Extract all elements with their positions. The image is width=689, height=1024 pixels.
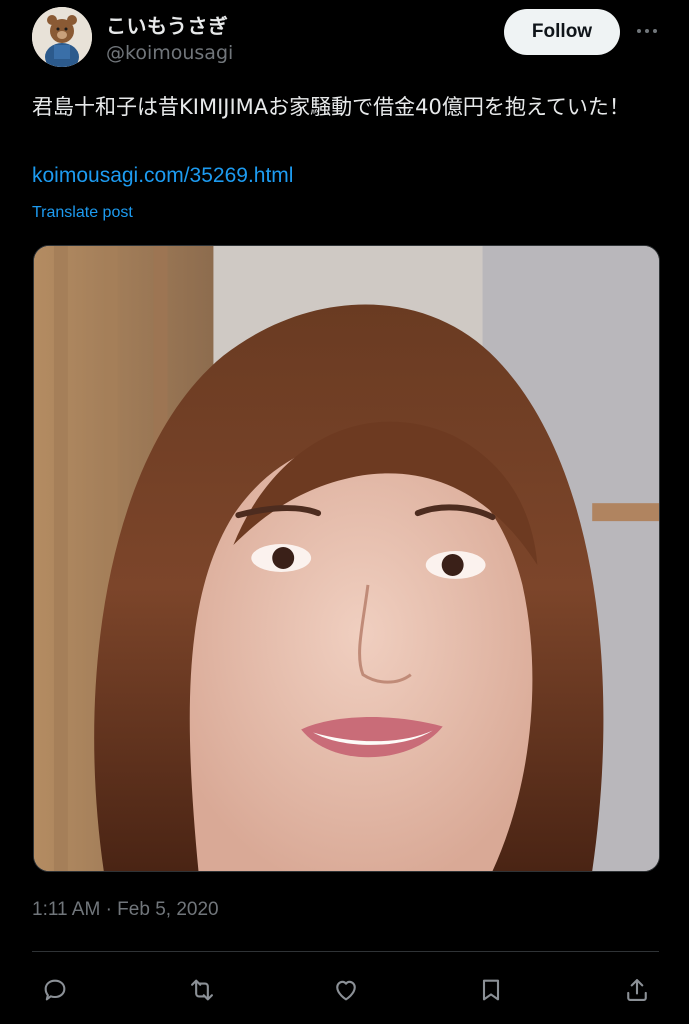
reply-button[interactable] bbox=[33, 968, 77, 1012]
action-bar bbox=[0, 968, 689, 1012]
divider bbox=[32, 951, 659, 952]
translate-post-link[interactable]: Translate post bbox=[32, 204, 133, 222]
post-timestamp[interactable]: 1:11 AM · Feb 5, 2020 bbox=[32, 899, 219, 921]
repost-icon bbox=[191, 979, 213, 1001]
share-icon bbox=[627, 979, 647, 1001]
repost-button[interactable] bbox=[180, 968, 224, 1012]
more-horizontal-icon bbox=[637, 29, 657, 33]
portrait-photo bbox=[34, 246, 659, 871]
tweet: こいもうさぎ @koimousagi Follow 君島十和子は昔KIMIJIM… bbox=[0, 0, 689, 1024]
post-image[interactable] bbox=[33, 245, 660, 872]
heart-icon bbox=[336, 980, 356, 1001]
post-link[interactable]: koimousagi.com/35269.html bbox=[32, 164, 293, 188]
reply-icon bbox=[44, 979, 66, 1001]
user-handle[interactable]: @koimousagi bbox=[106, 42, 233, 64]
follow-button[interactable]: Follow bbox=[504, 9, 620, 55]
post-text: 君島十和子は昔KIMIJIMAお家騒動で借金40億円を抱えていた！ bbox=[32, 95, 630, 119]
share-button[interactable] bbox=[615, 968, 659, 1012]
more-options-button[interactable] bbox=[630, 14, 664, 48]
avatar-image bbox=[32, 7, 92, 67]
display-name[interactable]: こいもうさぎ bbox=[106, 10, 228, 39]
like-button[interactable] bbox=[324, 968, 368, 1012]
bookmark-icon bbox=[482, 979, 500, 1001]
bookmark-button[interactable] bbox=[469, 968, 513, 1012]
avatar[interactable] bbox=[32, 7, 92, 67]
